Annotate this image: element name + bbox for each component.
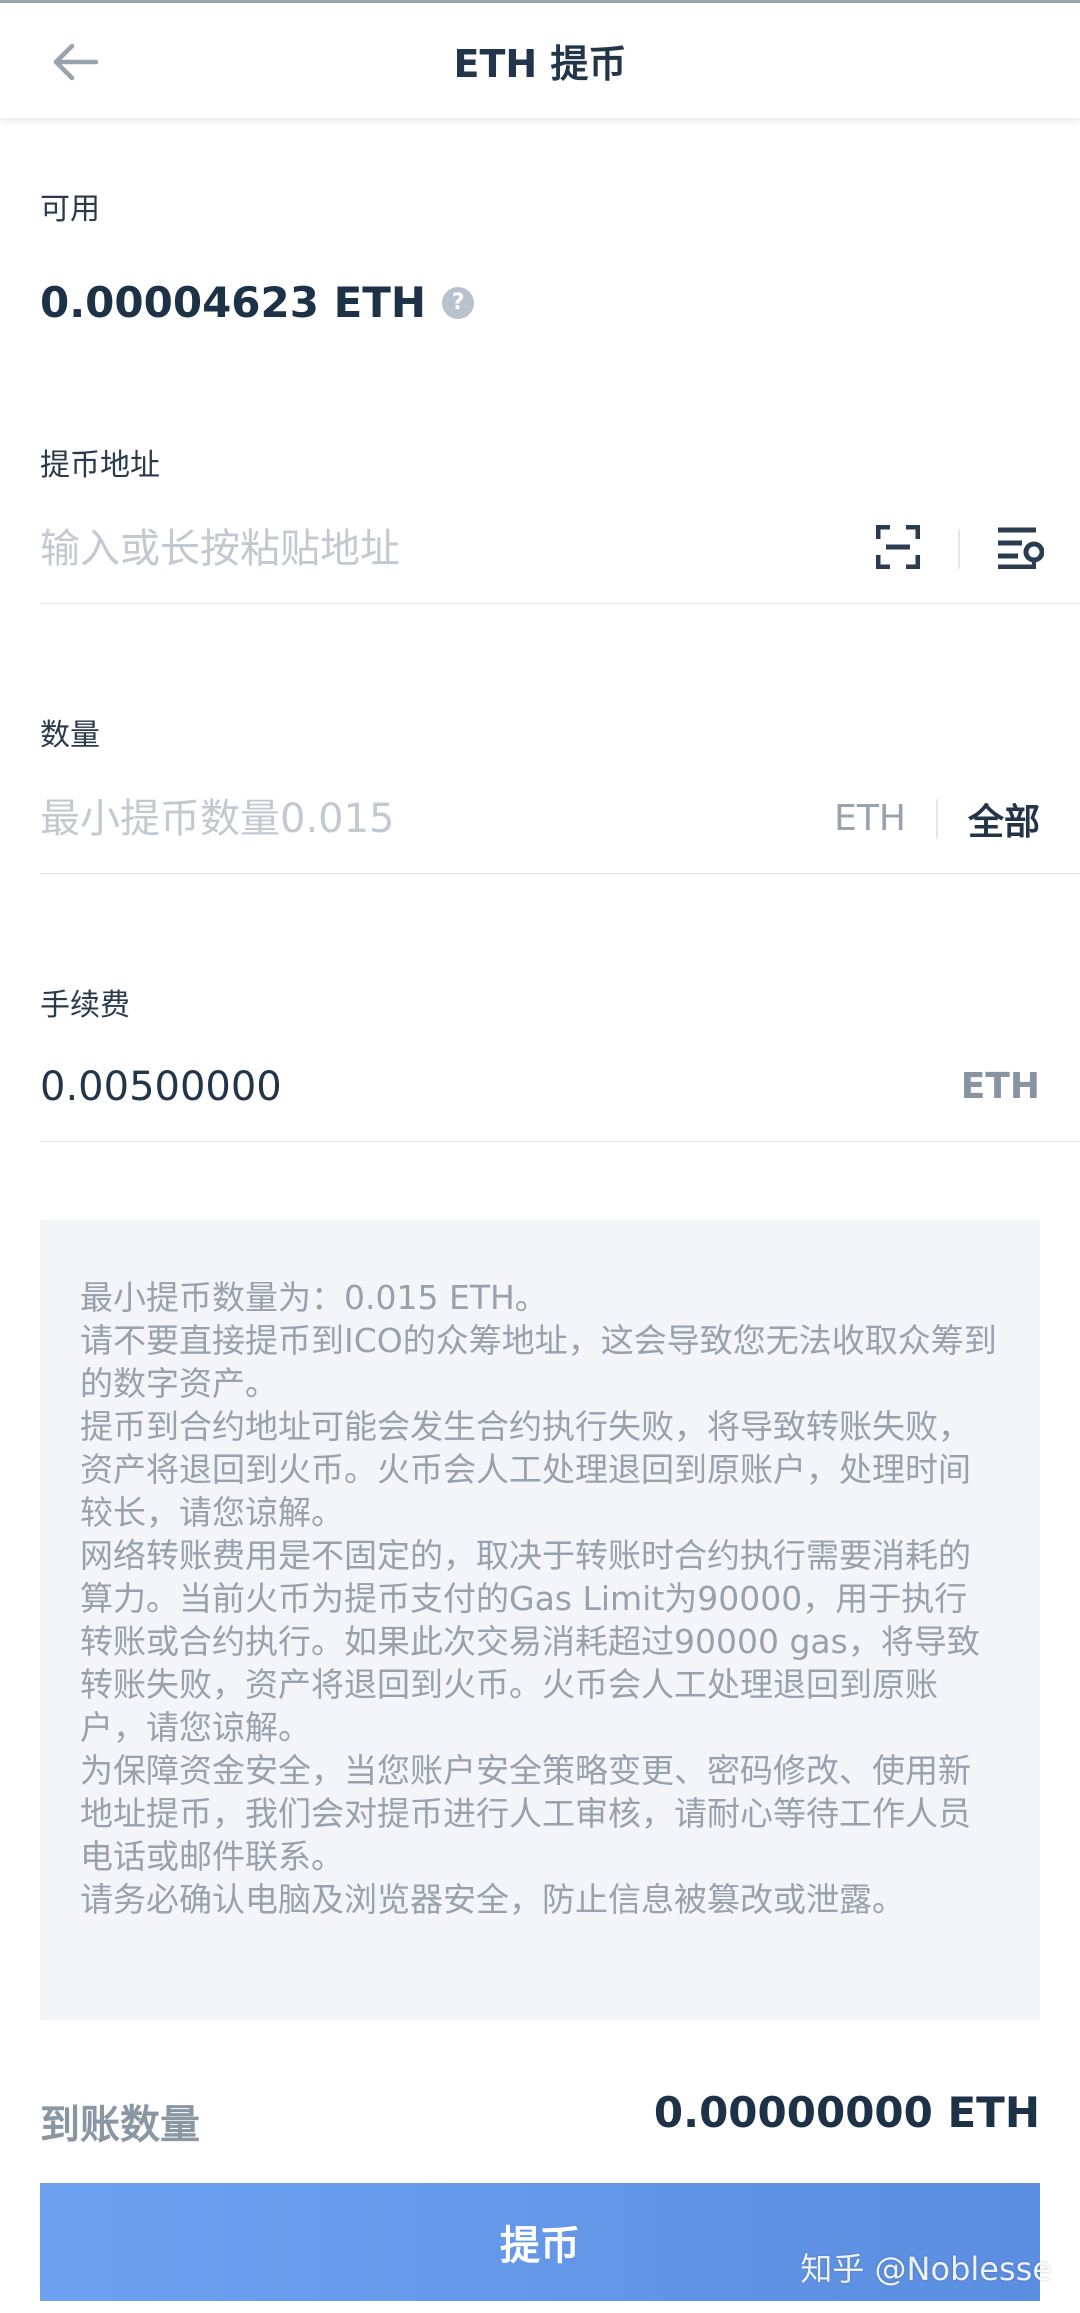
available-label: 可用 [40, 192, 100, 227]
amount-unit: ETH [834, 798, 906, 839]
notice-line: 最小提币数量为：0.015 ETH。 [80, 1278, 548, 1317]
fee-label: 手续费 [40, 988, 130, 1023]
top-app-bar: ETH 提币 [0, 0, 1080, 118]
available-balance: 0.00004623 ETH ? [40, 278, 475, 327]
watermark: 知乎 @Noblesse [800, 2250, 1052, 2288]
field-divider [935, 798, 938, 839]
page-title: ETH 提币 [453, 42, 627, 86]
amount-label: 数量 [40, 718, 100, 753]
address-field-row [40, 494, 1080, 604]
scan-button[interactable] [868, 519, 928, 579]
amount-field-row: ETH 全部 [40, 764, 1080, 874]
notice-line: 为保障资金安全，当您账户安全策略变更、密码修改、使用新地址提币，我们会对提币进行… [80, 1751, 971, 1876]
back-button[interactable] [40, 29, 110, 99]
arrival-label: 到账数量 [40, 2102, 200, 2148]
address-input[interactable] [40, 494, 868, 603]
field-divider [958, 528, 960, 569]
available-balance-value: 0.00004623 ETH [40, 278, 427, 327]
amount-input[interactable] [40, 764, 835, 873]
address-label: 提币地址 [40, 448, 160, 483]
fee-field-row: 0.00500000 ETH [40, 1032, 1080, 1142]
address-book-button[interactable] [990, 519, 1050, 579]
notice-line: 请务必确认电脑及浏览器安全，防止信息被篡改或泄露。 [80, 1880, 905, 1919]
question-circle-icon[interactable]: ? [442, 286, 475, 319]
scan-qr-icon [875, 524, 921, 573]
arrival-value: 0.00000000 ETH [653, 2088, 1040, 2137]
notice-line: 网络转账费用是不固定的，取决于转账时合约执行需要消耗的算力。当前火币为提币支付的… [80, 1536, 980, 1747]
fee-unit: ETH [960, 1066, 1040, 1107]
notice-line: 提币到合约地址可能会发生合约执行失败，将导致转账失败，资产将退回到火币。火币会人… [80, 1407, 971, 1532]
all-button[interactable]: 全部 [968, 793, 1040, 845]
address-book-icon [996, 525, 1045, 573]
arrow-left-icon [52, 42, 99, 86]
fee-value: 0.00500000 [40, 1063, 282, 1110]
withdraw-notice: 最小提币数量为：0.015 ETH。 请不要直接提币到ICO的众筹地址，这会导致… [40, 1220, 1040, 2020]
notice-line: 请不要直接提币到ICO的众筹地址，这会导致您无法收取众筹到的数字资产。 [80, 1321, 997, 1403]
